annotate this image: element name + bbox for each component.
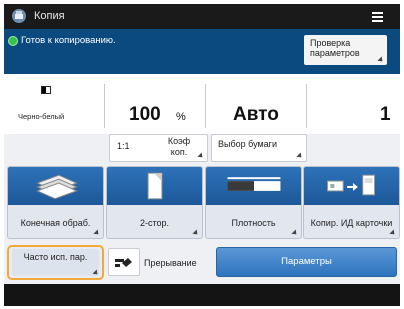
density-slider-icon	[227, 177, 281, 191]
color-mode-label: Черно-белый	[18, 112, 65, 121]
scale-cell[interactable]: 100 %	[104, 74, 205, 134]
interrupt-icon	[115, 258, 132, 267]
corner-arrow-icon	[377, 56, 385, 64]
copy-app-icon	[12, 9, 26, 23]
parameters-button[interactable]: Параметры	[216, 247, 397, 277]
paper-select-label: Выбор бумаги	[218, 139, 277, 149]
ready-status-icon	[8, 36, 18, 46]
function-tiles: Конечная обраб. 2-стор. Плотность Копир.…	[4, 166, 400, 241]
interrupt-label: Прерывание	[144, 258, 197, 268]
finishing-stack-icon	[36, 174, 78, 200]
id-card-copy-icon	[327, 174, 376, 196]
frequent-settings-label: Часто исп. пар.	[23, 252, 88, 262]
footer-bar	[4, 284, 400, 306]
paper-value: Авто	[233, 104, 279, 125]
hamburger-menu-icon[interactable]	[359, 6, 395, 27]
tile-two-sided-label: 2-стор.	[139, 217, 170, 228]
copies-value: 1	[380, 104, 391, 125]
tile-finishing[interactable]: Конечная обраб.	[7, 166, 104, 239]
scale-value: 100	[129, 104, 161, 125]
copies-cell[interactable]: 1	[306, 74, 400, 134]
black-white-icon	[41, 86, 51, 94]
two-sided-page-icon	[147, 172, 163, 200]
check-settings-label: Проверка параметров	[310, 38, 360, 58]
bottom-row: Часто исп. пар. Прерывание Параметры	[4, 241, 400, 284]
tile-id-card[interactable]: Копир. ИД карточки	[303, 166, 400, 239]
ratio-button[interactable]: 1:1 Коэф коп.	[109, 134, 208, 162]
tile-two-sided[interactable]: 2-стор.	[106, 166, 203, 239]
ratio-one-to-one: 1:1	[117, 141, 130, 151]
tile-density-label: Плотность	[231, 217, 276, 228]
interrupt-button[interactable]	[108, 248, 140, 276]
tile-finishing-label: Конечная обраб.	[20, 217, 91, 228]
frequent-settings-button[interactable]: Часто исп. пар.	[7, 245, 104, 280]
tile-id-card-label: Копир. ИД карточки	[310, 217, 393, 228]
paper-select-button[interactable]: Выбор бумаги	[211, 134, 307, 162]
copy-screen: Копия Готов к копированию. Проверка пара…	[4, 4, 400, 306]
ratio-row: 1:1 Коэф коп. Выбор бумаги	[4, 134, 400, 164]
corner-arrow-icon	[296, 152, 304, 160]
scale-unit: %	[176, 111, 186, 123]
check-settings-button[interactable]: Проверка параметров	[304, 35, 387, 65]
tile-density[interactable]: Плотность	[205, 166, 302, 239]
status-text: Готов к копированию.	[21, 35, 116, 46]
parameters-label: Параметры	[281, 256, 332, 267]
status-bar: Готов к копированию. Проверка параметров	[4, 29, 400, 74]
settings-summary: Черно-белый 100 % Авто 1	[4, 74, 400, 134]
ratio-coefficient-label: Коэф коп.	[167, 136, 191, 157]
paper-cell[interactable]: Авто	[205, 74, 304, 134]
color-mode-cell[interactable]: Черно-белый	[4, 74, 99, 134]
window-title: Копия	[34, 10, 65, 22]
title-bar: Копия	[4, 4, 400, 29]
